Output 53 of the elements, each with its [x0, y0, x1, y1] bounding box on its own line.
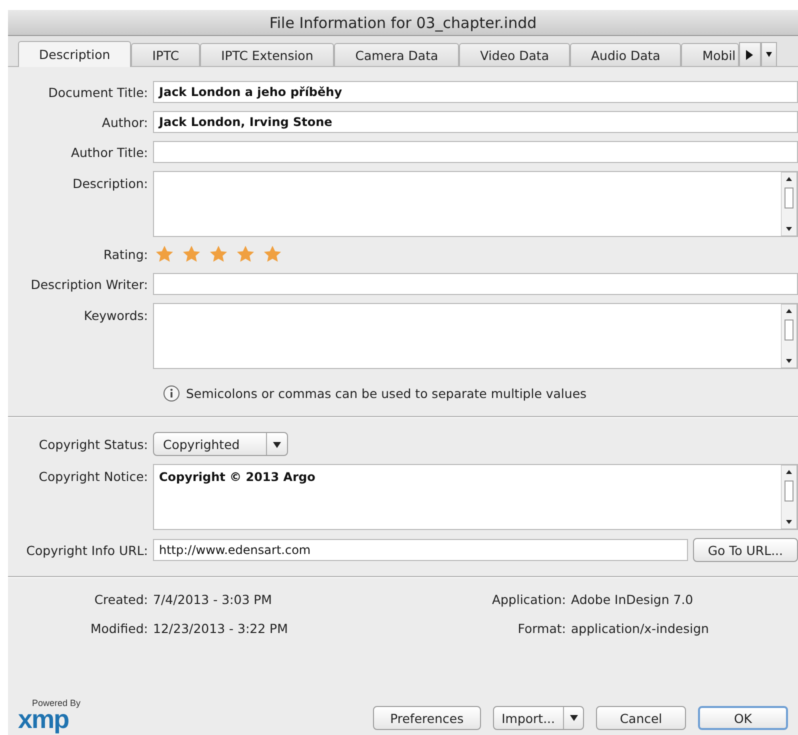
- info-label: Created:: [93, 592, 148, 607]
- dialog-button[interactable]: Preferences: [373, 706, 481, 730]
- url-field[interactable]: http://www.edensart.com: [153, 539, 688, 561]
- text-field[interactable]: [153, 273, 798, 295]
- window-title: File Information for 03_chapter.indd: [8, 10, 798, 36]
- info-label: Application:: [490, 592, 566, 607]
- field-label: Author:: [100, 114, 148, 130]
- caret-icon: [570, 715, 578, 721]
- star-icon[interactable]: [236, 245, 255, 263]
- field-label: Keywords:: [82, 307, 148, 323]
- scrollbar-icon[interactable]: [781, 465, 797, 529]
- field-label: Copyright Status:: [38, 436, 148, 452]
- info-value: 7/4/2013 - 3:03 PM: [153, 592, 273, 607]
- info-label: Modified:: [89, 621, 148, 636]
- star-icon[interactable]: [209, 245, 228, 263]
- info-label: Format:: [516, 621, 566, 636]
- field-label: Description:: [72, 175, 148, 191]
- tab-menu-icon[interactable]: [760, 42, 777, 66]
- tab[interactable]: Description: [18, 41, 132, 67]
- tab[interactable]: Mobil: [681, 43, 739, 66]
- field-label: Copyright Info URL:: [25, 542, 148, 558]
- hint-text: Semicolons or commas can be used to separate multiple values: [186, 386, 587, 401]
- tab[interactable]: Video Data: [459, 43, 570, 66]
- info-value: Adobe InDesign 7.0: [571, 592, 694, 607]
- star-icon[interactable]: [263, 245, 282, 263]
- go-to-url-button[interactable]: Go To URL...: [692, 538, 798, 562]
- tab-scroll-right-icon[interactable]: [738, 42, 761, 66]
- text-area-field[interactable]: [153, 303, 798, 369]
- info-value: 12/23/2013 - 3:22 PM: [153, 621, 289, 636]
- field-label: Copyright Notice:: [38, 468, 148, 484]
- star-icon[interactable]: [155, 245, 174, 263]
- field-label: Document Title:: [47, 84, 148, 100]
- tab[interactable]: Camera Data: [334, 43, 460, 66]
- tab[interactable]: IPTC Extension: [200, 43, 334, 66]
- dialog-button[interactable]: Cancel: [596, 706, 686, 730]
- text-field[interactable]: [153, 141, 798, 163]
- tab[interactable]: IPTC: [131, 43, 200, 66]
- powered-by-text: Powered By: [32, 698, 81, 708]
- scrollbar-icon[interactable]: [781, 172, 797, 236]
- star-icon[interactable]: [182, 245, 201, 263]
- field-label: Description Writer:: [30, 276, 148, 292]
- text-area-field[interactable]: Copyright © 2013 Argo: [153, 464, 798, 530]
- field-label: Author Title:: [70, 144, 148, 160]
- field-label: Rating:: [102, 246, 148, 262]
- scrollbar-icon[interactable]: [781, 304, 797, 368]
- ok-button[interactable]: OK: [698, 706, 788, 730]
- tab[interactable]: Audio Data: [570, 43, 682, 66]
- status-dropdown[interactable]: Copyrighted: [153, 432, 288, 456]
- text-area-field[interactable]: [153, 171, 798, 237]
- info-value: application/x-indesign: [571, 621, 710, 636]
- text-field[interactable]: Jack London a jeho příběhy: [153, 81, 798, 103]
- info-icon: [163, 385, 180, 402]
- text-field[interactable]: Jack London, Irving Stone: [153, 111, 798, 133]
